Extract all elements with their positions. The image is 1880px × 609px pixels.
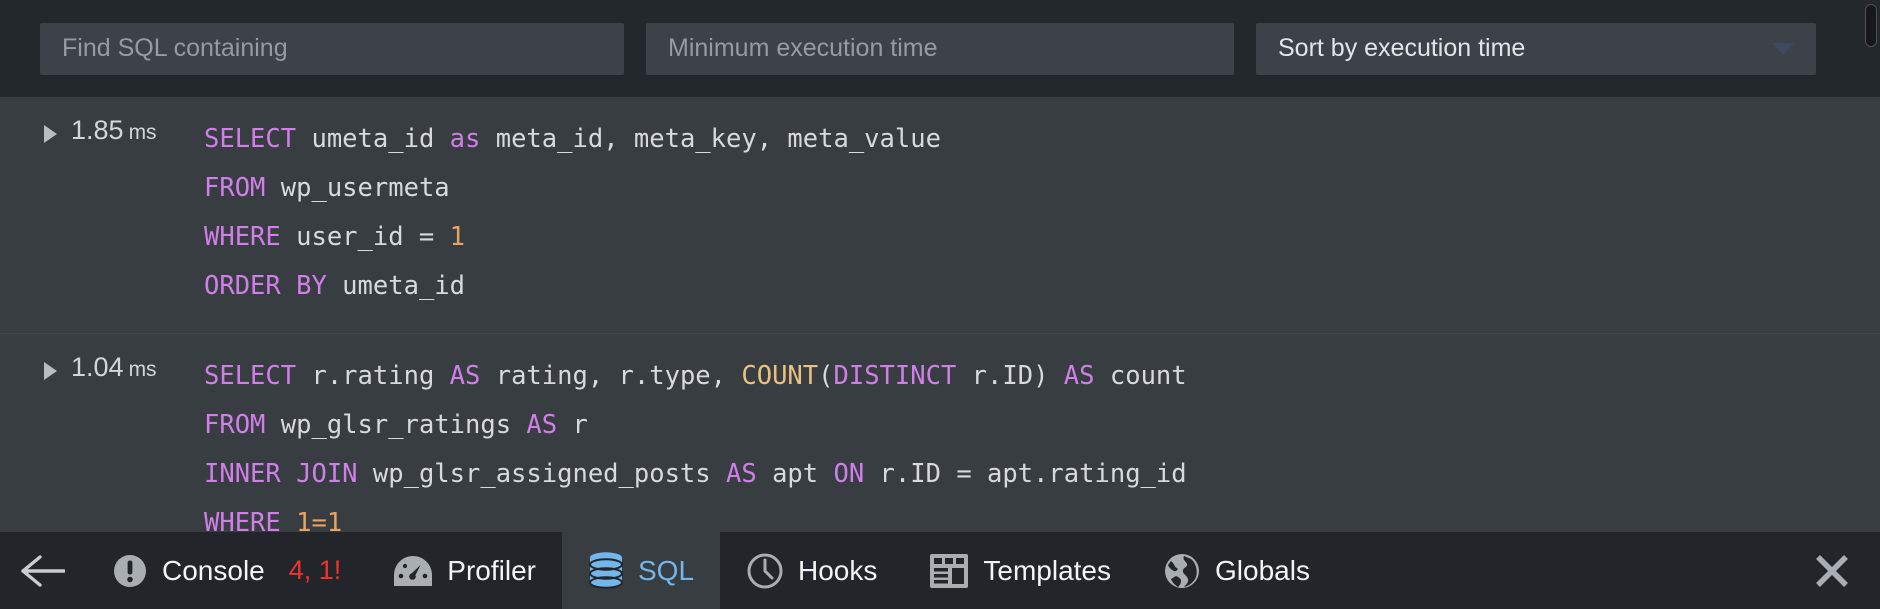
query-row[interactable]: 1.04 ms SELECT r.rating AS rating, r.type,… [0, 334, 1880, 532]
sql-query-list: 1.85 ms SELECT umeta_id as meta_id, meta_k… [0, 97, 1880, 532]
template-icon [929, 553, 969, 589]
query-row-toggle[interactable]: 1.85 ms [0, 115, 200, 146]
sql-token: as [449, 124, 481, 154]
sql-token: user_id = [280, 222, 450, 252]
gauge-icon [393, 553, 433, 589]
sql-token: wp_usermeta [265, 173, 450, 203]
vertical-scrollbar[interactable] [1862, 0, 1880, 532]
sql-token: r.rating [296, 361, 450, 391]
sql-token: INNER JOIN [204, 459, 358, 489]
sql-token: AS [1063, 361, 1095, 391]
sql-token: SELECT [204, 361, 297, 391]
tab-label-profiler: Profiler [447, 554, 536, 586]
warning-icon [114, 554, 146, 587]
sql-token: meta_id, meta_key, meta_value [480, 124, 941, 154]
query-duration-unit: ms [128, 121, 157, 144]
min-execution-time-input[interactable] [646, 22, 1234, 75]
globe-icon [1163, 552, 1201, 590]
query-duration-value: 1.85 [71, 115, 124, 145]
sql-token: AS [726, 459, 757, 489]
sql-token: r.ID) [956, 361, 1064, 391]
close-icon [1816, 554, 1848, 587]
sql-token: 1 [449, 222, 466, 252]
tab-hooks[interactable]: Hooks [720, 532, 903, 609]
sql-token: wp_glsr_assigned_posts [357, 459, 726, 489]
sql-line: WHERE user_id = 1 [204, 213, 1880, 262]
query-sql-text: SELECT umeta_id as meta_id, meta_key, me… [200, 115, 1880, 311]
sort-select[interactable]: Sort by execution time [1256, 22, 1816, 75]
query-sql-text: SELECT r.rating AS rating, r.type, COUNT… [200, 352, 1880, 532]
sql-token: umeta_id [296, 124, 450, 154]
disclosure-triangle-icon[interactable] [44, 125, 57, 143]
tab-templates[interactable]: Templates [903, 532, 1137, 609]
query-row-toggle[interactable]: 1.04 ms [0, 352, 200, 383]
sql-token: AS [449, 361, 481, 391]
query-monitor-panel: Sort by execution time 1.85msSELECT umet… [0, 0, 1880, 609]
sql-line: INNER JOIN wp_glsr_assigned_posts AS apt… [204, 450, 1880, 499]
sql-token: COUNT [741, 361, 819, 391]
sql-token: DISTINCT [833, 361, 957, 391]
tab-label-globals: Globals [1215, 554, 1310, 586]
sql-token: FROM [204, 173, 266, 203]
globe-icon [1165, 553, 1200, 588]
sql-token: count [1094, 361, 1187, 391]
sql-token: rating, r.type, [480, 361, 742, 391]
arrow-left-icon [21, 554, 65, 587]
tab-label-sql: SQL [637, 554, 695, 586]
back-button[interactable] [0, 532, 86, 609]
template-icon [930, 553, 969, 588]
tab-globals[interactable]: Globals [1137, 532, 1336, 609]
database-icon [588, 551, 624, 591]
sql-token: ( [818, 361, 834, 391]
query-row[interactable]: 1.85 ms SELECT umeta_id as meta_id, meta_k… [0, 97, 1880, 334]
sql-token: ORDER BY [204, 271, 327, 301]
tab-console[interactable]: Console 4, 1! [86, 532, 367, 609]
sql-token: SELECT [204, 124, 297, 154]
sql-token: 1=1 [296, 508, 343, 532]
sql-line: ORDER BY umeta_id [204, 262, 1880, 311]
sql-token: FROM [204, 410, 266, 440]
sql-line: FROM wp_glsr_ratings AS r [204, 401, 1880, 450]
close-button[interactable] [1784, 532, 1880, 609]
sql-line: SELECT r.rating AS rating, r.type, COUNT… [204, 352, 1880, 401]
tab-profiler[interactable]: Profiler [367, 532, 562, 609]
gauge-icon [394, 555, 433, 586]
disclosure-triangle-icon[interactable] [44, 362, 57, 380]
sort-select-value[interactable]: Sort by execution time [1256, 22, 1816, 75]
sql-token: r.ID = apt.rating_id [864, 459, 1187, 489]
sql-token: AS [526, 410, 558, 440]
filter-bar: Sort by execution time [0, 0, 1880, 97]
search-input[interactable] [40, 22, 624, 75]
sql-token: WHERE [204, 222, 281, 252]
sql-token: apt [756, 459, 834, 489]
sql-token: WHERE [204, 508, 281, 532]
sql-token: r [557, 410, 588, 440]
sql-token: wp_glsr_ratings [265, 410, 527, 440]
tab-label-hooks: Hooks [798, 554, 878, 586]
status-badge: 4, 1! [288, 555, 342, 585]
sql-token: umeta_id [326, 271, 465, 301]
clock-icon [747, 553, 783, 588]
database-icon [588, 551, 623, 589]
tab-label-templates: Templates [983, 554, 1112, 586]
warning-icon [112, 553, 148, 589]
query-duration-unit: ms [128, 358, 157, 381]
tab-sql[interactable]: SQL [561, 532, 721, 609]
tab-label-console: Console [162, 554, 265, 586]
sql-line: FROM wp_usermeta [204, 164, 1880, 213]
bottom-toolbar: Console 4, 1! Profiler SQL Hooks Templates Glo… [0, 532, 1880, 609]
sql-line: WHERE 1=1 [204, 499, 1880, 532]
query-duration-value: 1.04 [71, 352, 124, 382]
clock-icon [746, 552, 784, 590]
sql-token: ON [833, 459, 865, 489]
sql-line: SELECT umeta_id as meta_id, meta_key, me… [204, 115, 1880, 164]
toolbar-tabs: Console 4, 1! Profiler SQL Hooks Templates Glo… [86, 532, 1336, 609]
scrollbar-thumb[interactable] [1865, 4, 1877, 47]
